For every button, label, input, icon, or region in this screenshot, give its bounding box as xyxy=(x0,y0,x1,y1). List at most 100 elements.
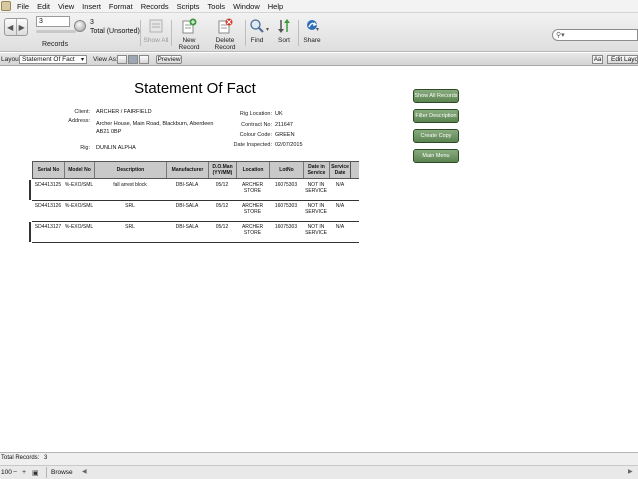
menu-tools[interactable]: Tools xyxy=(204,2,230,11)
table-row[interactable]: SD4413126 %-EXO/SML SRL DBI-SALA 05/12 A… xyxy=(32,201,359,222)
status-bar: Total Records: 3 100 − + ▣ Browse ◀ ▶ xyxy=(0,452,638,479)
menu-file[interactable]: File xyxy=(13,2,33,11)
next-record-icon[interactable]: ▶ xyxy=(17,19,28,35)
manufacturer-cell[interactable]: DBI-SALA xyxy=(166,222,208,242)
date-inspected-label: Date Inspected: xyxy=(233,142,272,148)
menu-edit[interactable]: Edit xyxy=(33,2,54,11)
share-button[interactable]: Share xyxy=(300,16,324,52)
view-as-table-button[interactable] xyxy=(139,55,149,64)
menu-window[interactable]: Window xyxy=(229,2,264,11)
find-button[interactable]: Find xyxy=(244,16,270,52)
dom-cell[interactable]: 05/12 xyxy=(208,201,236,221)
current-record-marker xyxy=(29,180,31,200)
current-record-marker xyxy=(29,222,31,242)
toggle-status-toolbar-icon[interactable]: ▣ xyxy=(32,469,39,477)
dom-cell[interactable]: 05/12 xyxy=(208,222,236,242)
show-all-button[interactable]: Show All xyxy=(138,16,174,52)
lot-no-cell[interactable]: 16075303 xyxy=(269,180,303,200)
quick-find-search-input[interactable]: ⚲▾ xyxy=(552,29,638,41)
service-date-cell[interactable]: N/A xyxy=(329,180,351,200)
show-all-label: Show All xyxy=(143,37,169,44)
sort-button[interactable]: Sort xyxy=(272,16,296,52)
lot-no-cell[interactable]: 16075303 xyxy=(269,201,303,221)
delete-record-label: Delete Record xyxy=(214,37,236,51)
location-cell[interactable]: ARCHER STORE xyxy=(236,222,269,242)
dom-cell[interactable]: 05/12 xyxy=(208,180,236,200)
manufacturer-cell[interactable]: DBI-SALA xyxy=(166,201,208,221)
records-label: Records xyxy=(42,41,69,48)
record-nav-arrows-icon[interactable]: ◀ ▶ xyxy=(4,18,28,36)
share-label: Share xyxy=(303,37,321,44)
divider xyxy=(46,467,47,478)
menu-view[interactable]: View xyxy=(54,2,78,11)
total-records-label: Total Records: 3 xyxy=(1,455,47,461)
service-date-cell[interactable]: N/A xyxy=(329,222,351,242)
menu-help[interactable]: Help xyxy=(264,2,287,11)
menu-records[interactable]: Records xyxy=(137,2,173,11)
create-copy-button[interactable]: Create Copy xyxy=(413,129,459,143)
column-header: Location xyxy=(236,162,269,178)
menu-format[interactable]: Format xyxy=(105,2,137,11)
table-header: Serial No Model No Description Manufactu… xyxy=(32,161,359,179)
location-cell[interactable]: ARCHER STORE xyxy=(236,201,269,221)
show-all-records-button[interactable]: Show All Records xyxy=(413,89,459,103)
zoom-out-icon[interactable]: − xyxy=(13,469,17,476)
date-in-service-cell[interactable]: NOT IN SERVICE xyxy=(303,222,329,242)
view-as-list-button[interactable] xyxy=(128,55,138,64)
preview-button[interactable]: Preview xyxy=(156,55,182,64)
find-dropdown-icon[interactable]: ▾ xyxy=(266,26,269,33)
model-no-cell[interactable]: %-EXO/SML xyxy=(64,180,94,200)
record-pie-icon xyxy=(74,20,86,32)
table-row[interactable]: SD4413125 %-EXO/SML fall arrest block DB… xyxy=(32,180,359,201)
serial-no-cell[interactable]: SD4413126 xyxy=(32,201,64,221)
find-label: Find xyxy=(250,37,264,44)
record-slider[interactable] xyxy=(36,30,76,33)
mode-popup[interactable]: Browse xyxy=(51,469,73,476)
total-records-text: Total Records: xyxy=(1,455,40,461)
description-cell[interactable]: SRL xyxy=(94,222,166,242)
scroll-left-icon[interactable]: ◀ xyxy=(82,468,91,477)
new-record-label: New Record xyxy=(178,37,200,51)
column-header: Manufacturer xyxy=(166,162,208,178)
delete-record-icon xyxy=(218,18,233,34)
description-cell[interactable]: fall arrest block xyxy=(94,180,166,200)
manufacturer-cell[interactable]: DBI-SALA xyxy=(166,180,208,200)
location-cell[interactable]: ARCHER STORE xyxy=(236,180,269,200)
layout-dropdown[interactable]: Statement Of Fact ▾ xyxy=(19,55,87,64)
previous-record-icon[interactable]: ◀ xyxy=(5,19,17,35)
share-dropdown-icon[interactable]: ▾ xyxy=(316,26,319,33)
table-row[interactable]: SD4413127 %-EXO/SML SRL DBI-SALA 05/12 A… xyxy=(32,222,359,243)
current-record-input[interactable]: 3 xyxy=(36,16,70,27)
contract-no-label: Contract No: xyxy=(241,122,272,128)
serial-no-cell[interactable]: SD4413125 xyxy=(32,180,64,200)
view-as-form-button[interactable] xyxy=(117,55,127,64)
date-in-service-cell[interactable]: NOT IN SERVICE xyxy=(303,180,329,200)
formatting-bar-button[interactable]: Aa xyxy=(592,55,603,64)
zoom-level[interactable]: 100 xyxy=(1,469,12,476)
rig-location-value: UK xyxy=(275,111,283,117)
layout-dropdown-value: Statement Of Fact xyxy=(22,56,75,63)
edit-layout-button[interactable]: Edit Layout xyxy=(607,55,638,64)
rig-label: Rig: xyxy=(80,145,90,151)
menu-scripts[interactable]: Scripts xyxy=(173,2,204,11)
date-in-service-cell[interactable]: NOT IN SERVICE xyxy=(303,201,329,221)
delete-record-button[interactable]: Delete Record xyxy=(206,16,244,52)
model-no-cell[interactable]: %-EXO/SML xyxy=(64,201,94,221)
client-label: Client: xyxy=(74,109,90,115)
contract-no-value: 211647 xyxy=(275,122,293,128)
column-header: D.O.Man (YY/MM) xyxy=(208,162,236,178)
scroll-right-icon[interactable]: ▶ xyxy=(628,468,637,477)
menu-insert[interactable]: Insert xyxy=(78,2,105,11)
main-menu-button[interactable]: Main Menu xyxy=(413,149,459,163)
description-cell[interactable]: SRL xyxy=(94,201,166,221)
zoom-in-icon[interactable]: + xyxy=(22,469,26,476)
service-date-cell[interactable]: N/A xyxy=(329,201,351,221)
lot-no-cell[interactable]: 16075303 xyxy=(269,222,303,242)
found-set-status: Total (Unsorted) xyxy=(90,28,140,35)
new-record-button[interactable]: New Record xyxy=(172,16,206,52)
model-no-cell[interactable]: %-EXO/SML xyxy=(64,222,94,242)
sort-label: Sort xyxy=(278,37,290,44)
serial-no-cell[interactable]: SD4413127 xyxy=(32,222,64,242)
filter-description-button[interactable]: Filter Description xyxy=(413,109,459,123)
find-magnifier-icon xyxy=(250,19,264,33)
